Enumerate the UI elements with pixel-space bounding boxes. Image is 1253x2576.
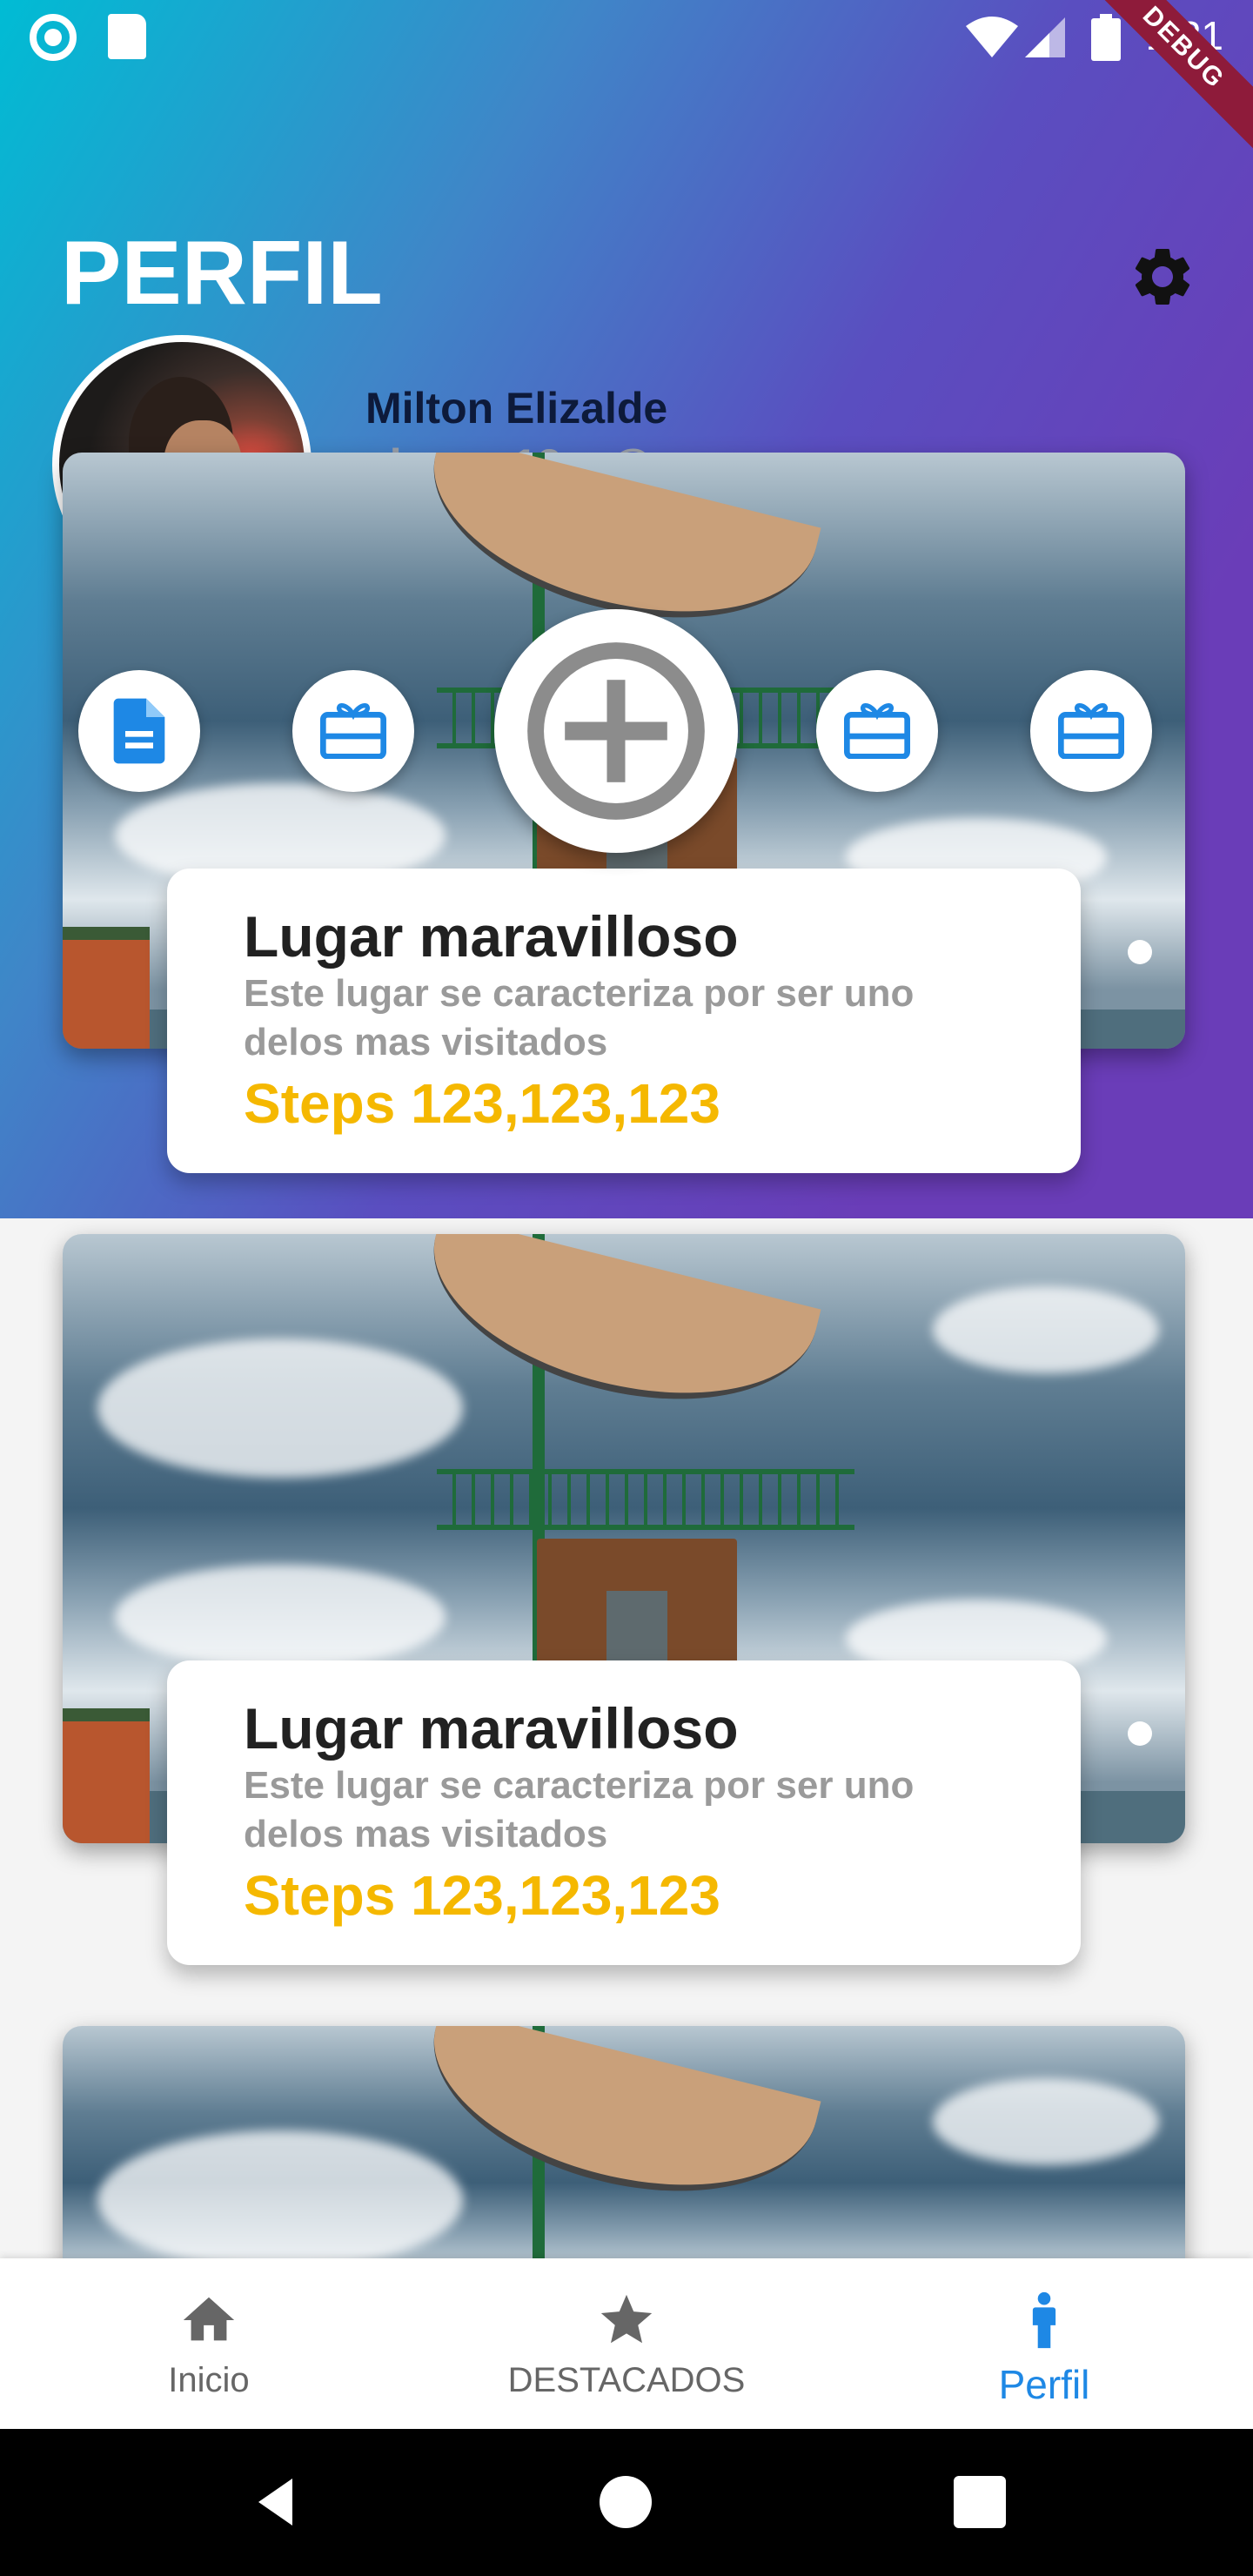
nav-item-destacados[interactable]: DESTACADOS [418, 2258, 835, 2429]
person-icon [1032, 2291, 1056, 2349]
nav-label: Perfil [998, 2362, 1090, 2407]
place-description: Este lugar se caracteriza por ser uno [244, 972, 915, 1015]
place-info-card[interactable]: Lugar maravilloso Este lugar se caracter… [167, 869, 1081, 1173]
sd-card-icon [108, 14, 146, 59]
document-button[interactable] [78, 670, 200, 792]
settings-button[interactable] [1128, 242, 1197, 312]
page-title: PERFIL [61, 223, 383, 324]
nav-label: DESTACADOS [507, 2361, 746, 2399]
notification-icon [30, 14, 77, 61]
place-description: Este lugar se caracteriza por ser uno [244, 1764, 915, 1807]
gift-card-icon [844, 703, 910, 759]
battery-icon [1091, 14, 1121, 61]
place-title: Lugar maravilloso [244, 904, 739, 969]
place-description: delos mas visitados [244, 1021, 608, 1063]
add-button[interactable] [494, 609, 738, 853]
place-steps: Steps 123,123,123 [244, 1072, 720, 1135]
status-bar: 1:21 DEBUG [0, 0, 1253, 156]
bottom-navigation: Inicio DESTACADOS Perfil [0, 2258, 1253, 2429]
gift-card-button[interactable] [816, 670, 938, 792]
nav-item-perfil[interactable]: Perfil [835, 2258, 1253, 2429]
add-circle-icon [527, 642, 705, 820]
nav-item-inicio[interactable]: Inicio [0, 2258, 418, 2429]
place-description: delos mas visitados [244, 1813, 608, 1855]
gift-card-icon [320, 703, 386, 759]
system-navigation-bar [0, 2429, 1253, 2576]
back-icon[interactable] [245, 2471, 308, 2533]
user-name: Milton Elizalde [365, 384, 668, 433]
star-icon [600, 2294, 653, 2344]
gift-card-button[interactable] [1030, 670, 1152, 792]
cell-signal-icon [1025, 17, 1065, 57]
place-title: Lugar maravilloso [244, 1696, 739, 1761]
home-icon [183, 2297, 235, 2341]
gift-card-icon [1058, 703, 1124, 759]
nav-label: Inicio [168, 2361, 250, 2399]
wifi-icon [966, 17, 1018, 57]
document-icon [113, 698, 165, 764]
gift-card-button[interactable] [292, 670, 414, 792]
recents-icon[interactable] [948, 2471, 1011, 2533]
home-circle-icon[interactable] [594, 2471, 657, 2533]
place-info-card[interactable]: Lugar maravilloso Este lugar se caracter… [167, 1660, 1081, 1965]
gear-icon [1135, 249, 1190, 305]
place-steps: Steps 123,123,123 [244, 1864, 720, 1927]
